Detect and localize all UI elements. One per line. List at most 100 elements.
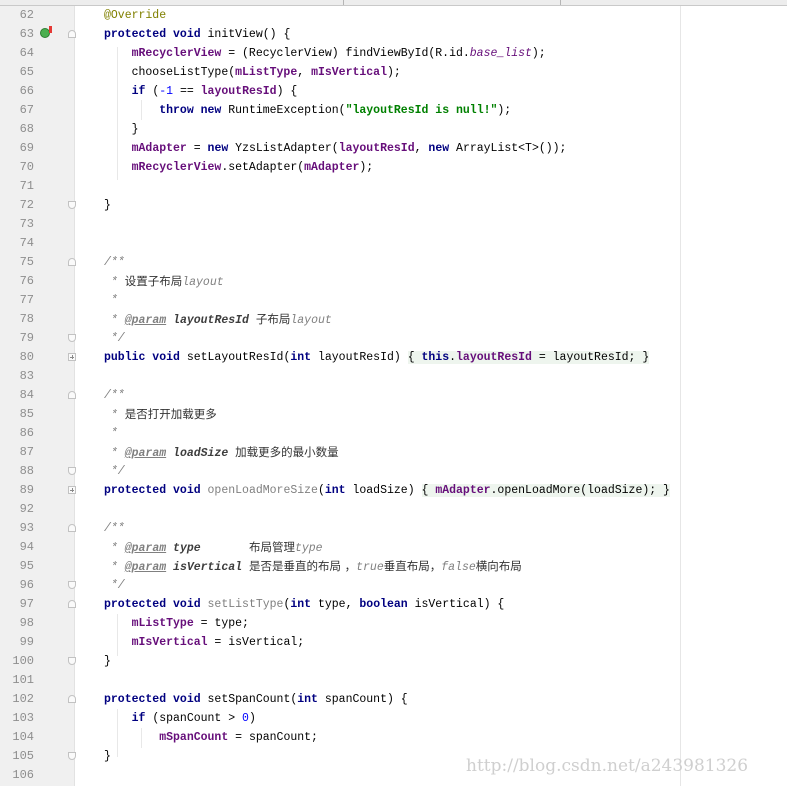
line-number: 63 [19, 27, 34, 41]
line-number: 88 [19, 464, 34, 478]
expand-fold-icon[interactable] [68, 486, 76, 494]
code-text[interactable]: protected void setListType(int type, boo… [104, 595, 504, 614]
fold-marker-icon[interactable] [68, 391, 76, 399]
code-text[interactable]: } [104, 120, 139, 139]
code-text[interactable]: throw new RuntimeException("layoutResId … [104, 101, 511, 120]
code-text[interactable]: public void setLayoutResId(int layoutRes… [104, 348, 650, 367]
code-text[interactable]: * [104, 291, 118, 310]
code-line[interactable]: 78 * @param layoutResId 子布局layout [0, 310, 787, 329]
code-line[interactable]: 67 throw new RuntimeException("layoutRes… [0, 101, 787, 120]
code-text[interactable]: protected void setSpanCount(int spanCoun… [104, 690, 408, 709]
fold-marker-icon[interactable] [68, 201, 76, 209]
fold-marker-icon[interactable] [68, 334, 76, 342]
code-text[interactable]: if (spanCount > 0) [104, 709, 256, 728]
code-line[interactable]: 95 * @param isVertical 是否是垂直的布局 ，true垂直布… [0, 557, 787, 576]
fold-marker-icon[interactable] [68, 258, 76, 266]
line-number: 83 [19, 369, 34, 383]
code-text[interactable]: /** [104, 519, 125, 538]
code-line[interactable]: 83 [0, 367, 787, 386]
code-text[interactable]: * @param loadSize 加载更多的最小数量 [104, 443, 339, 463]
line-number: 104 [12, 730, 34, 744]
code-line[interactable]: 92 [0, 500, 787, 519]
code-text[interactable]: */ [104, 576, 125, 595]
fold-marker-icon[interactable] [68, 657, 76, 665]
code-text[interactable]: * @param layoutResId 子布局layout [104, 310, 332, 330]
line-number: 92 [19, 502, 34, 516]
fold-marker-icon[interactable] [68, 581, 76, 589]
code-line[interactable]: 63 protected void initView() { [0, 25, 787, 44]
line-number: 87 [19, 445, 34, 459]
code-line[interactable]: 68 } [0, 120, 787, 139]
fold-marker-icon[interactable] [68, 752, 76, 760]
code-text[interactable]: if (-1 == layoutResId) { [104, 82, 298, 101]
code-line[interactable]: 96 */ [0, 576, 787, 595]
code-line[interactable]: 88 */ [0, 462, 787, 481]
code-line[interactable]: 102 protected void setSpanCount(int spanC… [0, 690, 787, 709]
expand-fold-icon[interactable] [68, 353, 76, 361]
code-text[interactable]: * [104, 424, 118, 443]
code-line[interactable]: 65 chooseListType(mListType, mIsVertical… [0, 63, 787, 82]
code-text[interactable]: /** [104, 386, 125, 405]
code-text[interactable]: * @param isVertical 是否是垂直的布局 ，true垂直布局，f… [104, 557, 522, 577]
code-line[interactable]: 74 [0, 234, 787, 253]
code-line[interactable]: 80 public void setLayoutResId(int layoutR… [0, 348, 787, 367]
code-text[interactable]: } [104, 747, 111, 766]
code-line[interactable]: 103 if (spanCount > 0) [0, 709, 787, 728]
code-line[interactable]: 89 protected void openLoadMoreSize(int lo… [0, 481, 787, 500]
line-number: 77 [19, 293, 34, 307]
code-text[interactable]: * 设置子布局layout [104, 272, 224, 292]
fold-marker-icon[interactable] [68, 695, 76, 703]
code-text[interactable]: mAdapter = new YzsListAdapter(layoutResI… [104, 139, 567, 158]
code-text[interactable]: mListType = type; [104, 614, 249, 633]
code-text[interactable]: mRecyclerView.setAdapter(mAdapter); [104, 158, 374, 177]
code-text[interactable]: } [104, 196, 111, 215]
code-text[interactable]: /** [104, 253, 125, 272]
code-line[interactable]: 75 /** [0, 253, 787, 272]
code-line[interactable]: 97 protected void setListType(int type, b… [0, 595, 787, 614]
line-number: 99 [19, 635, 34, 649]
code-line[interactable]: 86 * [0, 424, 787, 443]
code-line[interactable]: 100} [0, 652, 787, 671]
line-number: 74 [19, 236, 34, 250]
fold-marker-icon[interactable] [68, 524, 76, 532]
code-line[interactable]: 76 * 设置子布局layout [0, 272, 787, 291]
code-text[interactable]: protected void openLoadMoreSize(int load… [104, 481, 670, 500]
code-line[interactable]: 84 /** [0, 386, 787, 405]
fold-marker-icon[interactable] [68, 30, 76, 38]
code-text[interactable]: mSpanCount = spanCount; [104, 728, 318, 747]
code-line[interactable]: 93 /** [0, 519, 787, 538]
code-line[interactable]: 73 [0, 215, 787, 234]
code-line[interactable]: 69 mAdapter = new YzsListAdapter(layoutR… [0, 139, 787, 158]
code-text[interactable]: */ [104, 329, 125, 348]
code-text[interactable]: * 是否打开加载更多 [104, 405, 217, 425]
code-line[interactable]: 62 @Override [0, 6, 787, 25]
code-line[interactable]: 85 * 是否打开加载更多 [0, 405, 787, 424]
code-line[interactable]: 99 mIsVertical = isVertical; [0, 633, 787, 652]
code-line[interactable]: 77 * [0, 291, 787, 310]
line-number: 100 [12, 654, 34, 668]
fold-marker-icon[interactable] [68, 467, 76, 475]
fold-marker-icon[interactable] [68, 600, 76, 608]
code-text[interactable]: } [104, 652, 111, 671]
code-line[interactable]: 72} [0, 196, 787, 215]
code-line[interactable]: 104 mSpanCount = spanCount; [0, 728, 787, 747]
line-number: 73 [19, 217, 34, 231]
code-line[interactable]: 70 mRecyclerView.setAdapter(mAdapter); [0, 158, 787, 177]
line-number: 93 [19, 521, 34, 535]
code-line[interactable]: 101 [0, 671, 787, 690]
code-text[interactable]: @Override [104, 6, 166, 25]
code-line[interactable]: 71 [0, 177, 787, 196]
line-number: 68 [19, 122, 34, 136]
code-line[interactable]: 64 mRecyclerView = (RecyclerView) findVi… [0, 44, 787, 63]
code-text[interactable]: protected void initView() { [104, 25, 290, 44]
code-line[interactable]: 98 mListType = type; [0, 614, 787, 633]
code-text[interactable]: mIsVertical = isVertical; [104, 633, 305, 652]
code-line[interactable]: 94 * @param type 布局管理type [0, 538, 787, 557]
code-text[interactable]: * @param type 布局管理type [104, 538, 323, 558]
code-text[interactable]: mRecyclerView = (RecyclerView) findViewB… [104, 44, 546, 63]
code-line[interactable]: 79 */ [0, 329, 787, 348]
code-text[interactable]: chooseListType(mListType, mIsVertical); [104, 63, 401, 82]
code-line[interactable]: 66 if (-1 == layoutResId) { [0, 82, 787, 101]
code-text[interactable]: */ [104, 462, 125, 481]
code-line[interactable]: 87 * @param loadSize 加载更多的最小数量 [0, 443, 787, 462]
